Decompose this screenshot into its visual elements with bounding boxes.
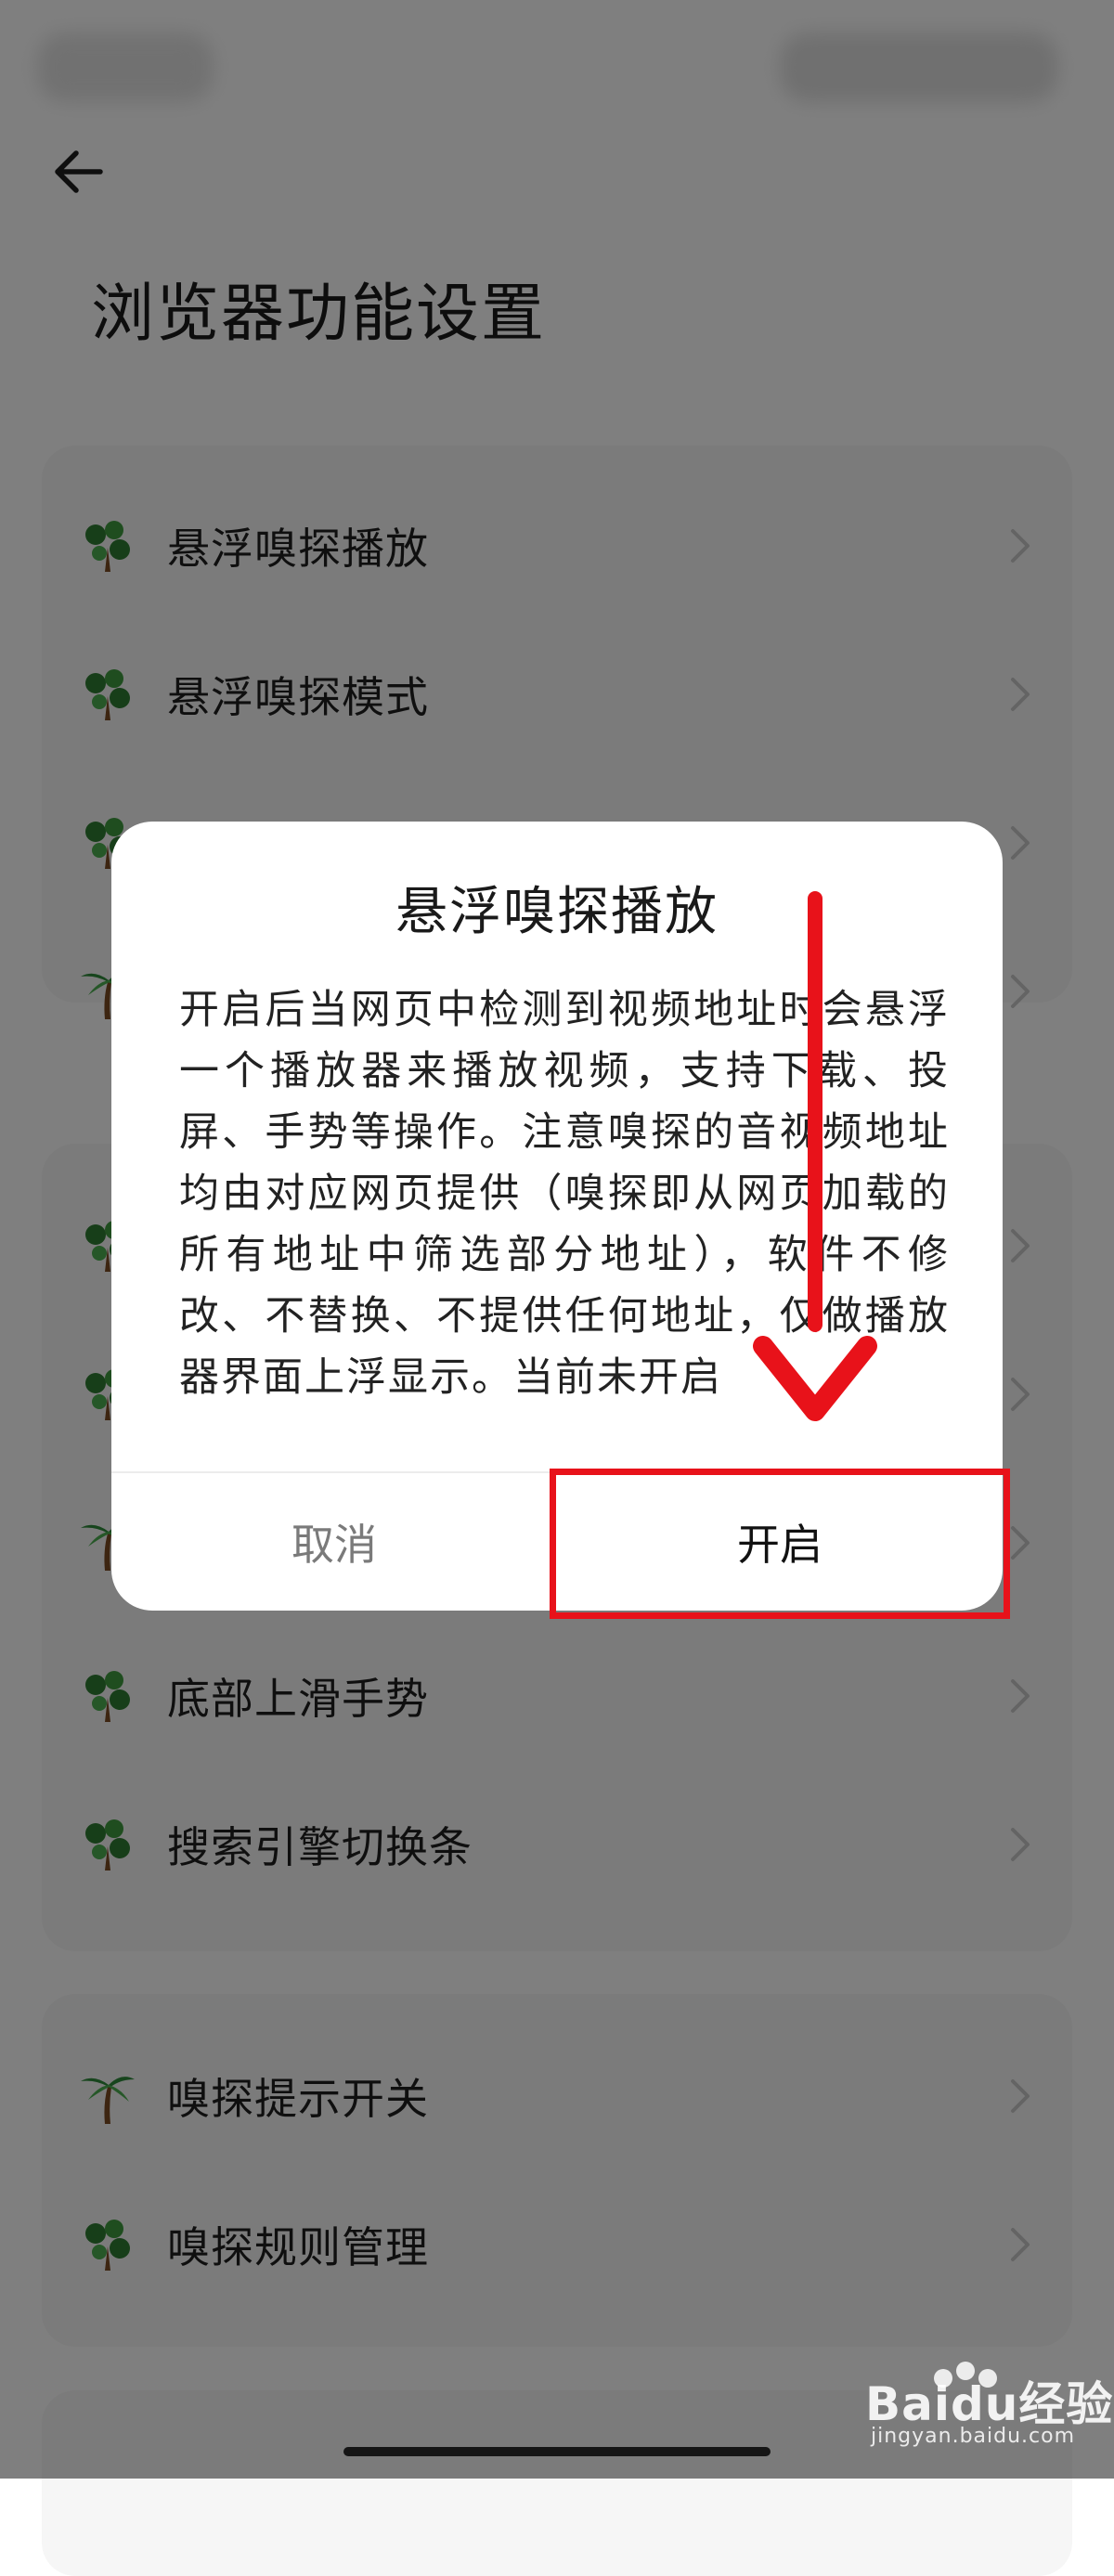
dialog-body: 开启后当网页中检测到视频地址时会悬浮一个播放器来播放视频，支持下载、投屏、手势等… xyxy=(179,987,950,1401)
dialog-title: 悬浮嗅探播放 xyxy=(395,882,719,942)
annotation-highlight-box xyxy=(550,1469,1010,1619)
watermark-sub: jingyan.baidu.com xyxy=(871,2425,1076,2448)
home-indicator[interactable] xyxy=(343,2447,771,2456)
cancel-button[interactable]: 取消 xyxy=(111,1473,557,1611)
